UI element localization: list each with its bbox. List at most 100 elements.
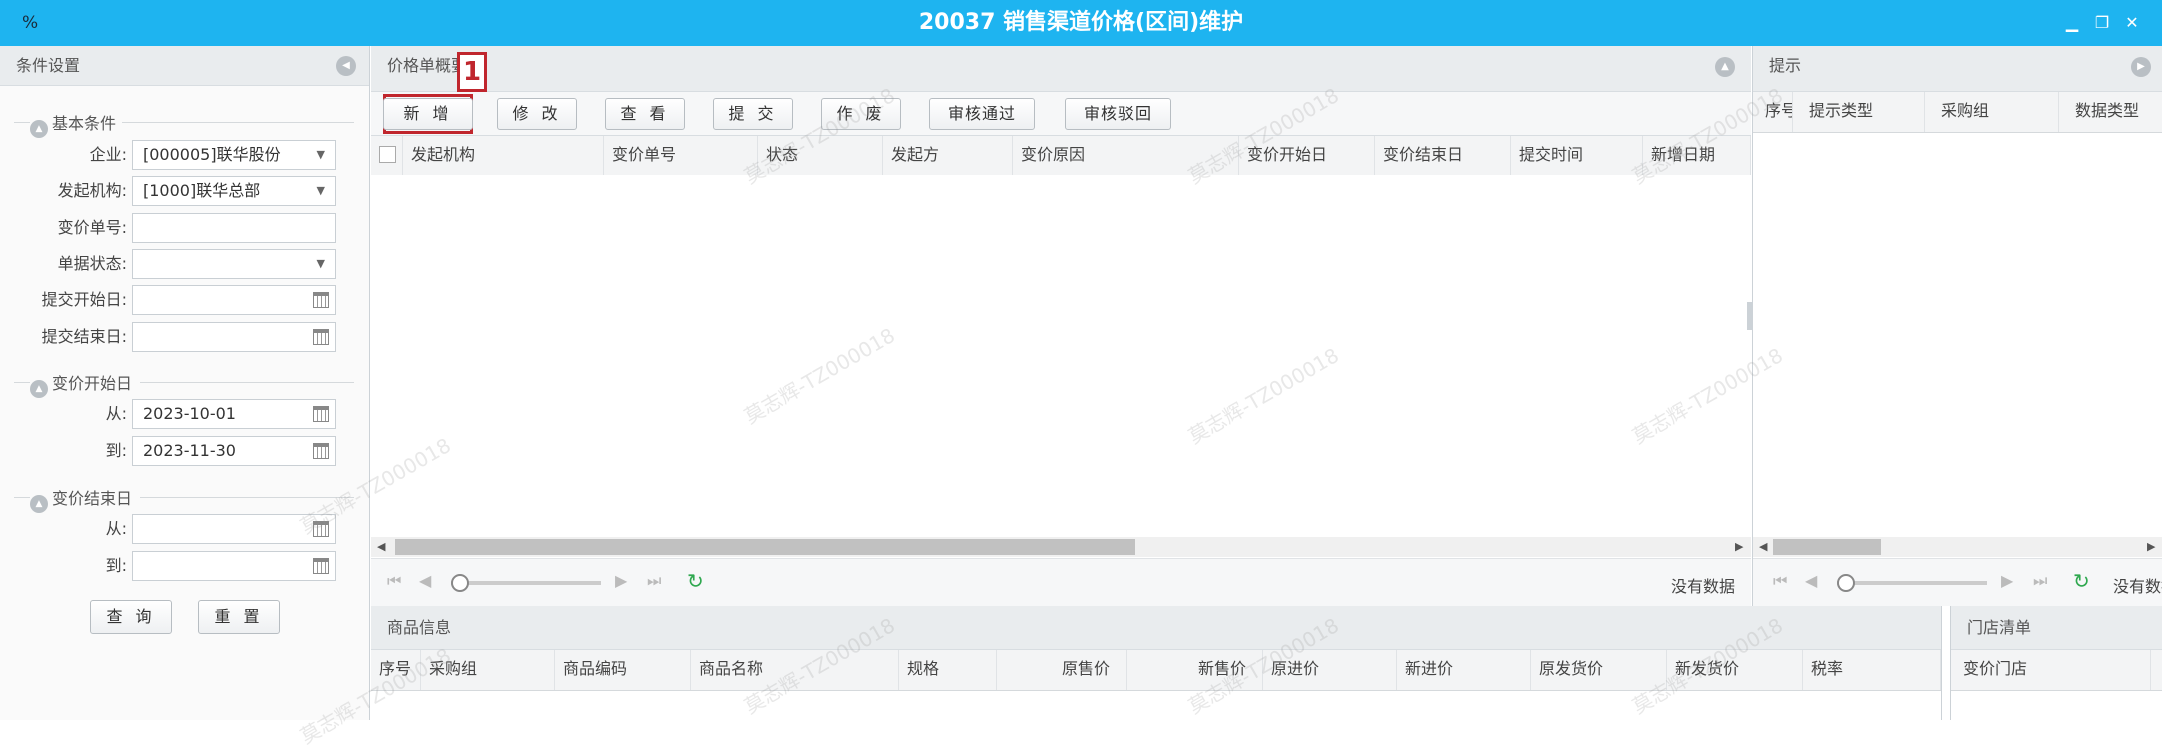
scroll-left-icon[interactable]: ◀ bbox=[1759, 540, 1767, 553]
goods-grid-col[interactable]: 新售价 bbox=[1127, 650, 1263, 690]
close-icon[interactable]: ✕ bbox=[2120, 12, 2144, 34]
hint-grid-col[interactable]: 数据类型 bbox=[2059, 92, 2162, 132]
goods-grid-col[interactable]: 商品名称 bbox=[691, 650, 899, 690]
section-basic[interactable]: ▲ 基本条件 bbox=[30, 110, 116, 138]
goods-grid-col[interactable]: 新发货价 bbox=[1667, 650, 1803, 690]
next-page-icon[interactable]: ▶ bbox=[615, 571, 627, 590]
calendar-icon[interactable] bbox=[313, 443, 329, 459]
last-page-icon[interactable]: ⏭ bbox=[2033, 571, 2047, 591]
refresh-icon[interactable]: ↻ bbox=[687, 569, 704, 593]
collapse-section-icon[interactable]: ▲ bbox=[30, 120, 48, 138]
right-pager: ⏮ ◀ ▶ ⏭ ↻ 没有数据 bbox=[1753, 558, 2162, 606]
enterprise-label: 企业: bbox=[89, 145, 127, 164]
section-start-date[interactable]: ▲ 变价开始日 bbox=[30, 370, 132, 398]
goods-grid-col[interactable]: 规格 bbox=[899, 650, 997, 690]
price-grid-col[interactable]: 变价结束日 bbox=[1375, 136, 1511, 175]
hint-grid-col[interactable]: 采购组 bbox=[1925, 92, 2059, 132]
start-to-date[interactable]: 2023-11-30 bbox=[132, 436, 336, 466]
edit-button[interactable]: 修 改 bbox=[497, 98, 577, 130]
price-summary-panel: 价格单概要 ▲ 1 发起机构 变价单号 状态 发起方 变价原因 变价开始日 变价结束日 提交时… bbox=[371, 46, 1751, 606]
collapse-section-icon[interactable]: ▲ bbox=[30, 380, 48, 398]
submit-start-date[interactable] bbox=[132, 285, 336, 315]
store-grid-header: 变价门店 bbox=[1951, 650, 2162, 691]
splitter-handle[interactable] bbox=[1747, 302, 1753, 330]
center-hscrollbar[interactable]: ◀ ▶ bbox=[371, 537, 1751, 557]
chevron-down-icon[interactable]: ▼ bbox=[317, 177, 325, 205]
collapse-right-icon[interactable]: ▶ bbox=[2131, 57, 2151, 77]
goods-grid-col[interactable]: 原售价 bbox=[997, 650, 1127, 690]
status-select[interactable]: ▼ bbox=[132, 249, 336, 279]
submit-button[interactable]: 提 交 bbox=[713, 98, 793, 130]
doc-no-input[interactable] bbox=[132, 213, 336, 243]
calendar-icon[interactable] bbox=[313, 558, 329, 574]
price-grid-col[interactable]: 发起机构 bbox=[403, 136, 604, 175]
bottom-splitter bbox=[1941, 606, 1951, 720]
price-grid-col[interactable]: 提交时间 bbox=[1511, 136, 1643, 175]
prev-page-icon[interactable]: ◀ bbox=[1805, 571, 1817, 590]
hint-grid-col[interactable]: 序号 bbox=[1753, 92, 1793, 132]
right-hscrollbar[interactable]: ◀ ▶ bbox=[1753, 537, 2162, 557]
restore-icon[interactable]: ❐ bbox=[2090, 12, 2114, 34]
scroll-left-icon[interactable]: ◀ bbox=[377, 540, 385, 553]
query-button[interactable]: 查 询 bbox=[90, 600, 172, 634]
goods-grid-col[interactable]: 原进价 bbox=[1263, 650, 1397, 690]
end-from-date[interactable] bbox=[132, 514, 336, 544]
page-slider[interactable] bbox=[1837, 581, 1987, 585]
chevron-down-icon[interactable]: ▼ bbox=[317, 141, 325, 169]
price-grid-col[interactable]: 变价单号 bbox=[604, 136, 758, 175]
first-page-icon[interactable]: ⏮ bbox=[1773, 571, 1787, 591]
collapse-left-icon[interactable]: ◀ bbox=[336, 56, 356, 76]
first-page-icon[interactable]: ⏮ bbox=[387, 571, 401, 591]
goods-grid-col[interactable]: 新进价 bbox=[1397, 650, 1531, 690]
start-from-date[interactable]: 2023-10-01 bbox=[132, 399, 336, 429]
next-page-icon[interactable]: ▶ bbox=[2001, 571, 2013, 590]
reset-button[interactable]: 重 置 bbox=[198, 600, 280, 634]
chevron-down-icon[interactable]: ▼ bbox=[317, 250, 325, 278]
goods-grid-col[interactable]: 序号 bbox=[371, 650, 421, 690]
scroll-right-icon[interactable]: ▶ bbox=[1735, 540, 1743, 553]
org-select[interactable]: [1000]联华总部 ▼ bbox=[132, 176, 336, 206]
void-button[interactable]: 作 废 bbox=[821, 98, 901, 130]
approve-button[interactable]: 审核通过 bbox=[929, 98, 1035, 130]
add-button[interactable]: 新 增 bbox=[383, 98, 473, 130]
goods-grid-col[interactable]: 商品编码 bbox=[555, 650, 691, 690]
calendar-icon[interactable] bbox=[313, 521, 329, 537]
select-all-checkbox[interactable] bbox=[371, 136, 403, 175]
price-grid-col[interactable]: 状态 bbox=[758, 136, 883, 175]
goods-grid-col[interactable]: 税率 bbox=[1803, 650, 1941, 690]
price-grid-col[interactable]: 变价原因 bbox=[1013, 136, 1239, 175]
hint-grid-col[interactable]: 提示类型 bbox=[1793, 92, 1925, 132]
condition-panel-title: 条件设置 bbox=[16, 56, 81, 75]
view-button[interactable]: 查 看 bbox=[605, 98, 685, 130]
enterprise-select[interactable]: [000005]联华股份 ▼ bbox=[132, 140, 336, 170]
goods-grid-col[interactable]: 采购组 bbox=[421, 650, 555, 690]
prev-page-icon[interactable]: ◀ bbox=[419, 571, 431, 590]
reject-button[interactable]: 审核驳回 bbox=[1065, 98, 1171, 130]
calendar-icon[interactable] bbox=[313, 406, 329, 422]
price-grid-body[interactable] bbox=[371, 175, 1751, 578]
price-grid-col[interactable]: 变价开始日 bbox=[1239, 136, 1375, 175]
store-grid-col[interactable]: 变价门店 bbox=[1951, 650, 2151, 690]
collapse-section-icon[interactable]: ▲ bbox=[30, 495, 48, 513]
page-slider[interactable] bbox=[451, 581, 601, 585]
last-page-icon[interactable]: ⏭ bbox=[647, 571, 661, 591]
store-list-title: 门店清单 bbox=[1967, 618, 2032, 637]
end-to-date[interactable] bbox=[132, 551, 336, 581]
minimize-icon[interactable]: ▁ bbox=[2060, 12, 2084, 34]
refresh-icon[interactable]: ↻ bbox=[2073, 569, 2090, 593]
page-slider-handle[interactable] bbox=[451, 574, 469, 592]
price-grid-col[interactable]: 新增日期 bbox=[1643, 136, 1751, 175]
calendar-icon[interactable] bbox=[313, 329, 329, 345]
scroll-thumb[interactable] bbox=[395, 539, 1135, 555]
calendar-icon[interactable] bbox=[313, 292, 329, 308]
page-slider-handle[interactable] bbox=[1837, 574, 1855, 592]
toolbar bbox=[371, 92, 1751, 136]
scroll-thumb[interactable] bbox=[1773, 539, 1881, 555]
goods-grid-col[interactable]: 原发货价 bbox=[1531, 650, 1667, 690]
section-end-date[interactable]: ▲ 变价结束日 bbox=[30, 485, 132, 513]
submit-end-date[interactable] bbox=[132, 322, 336, 352]
scroll-right-icon[interactable]: ▶ bbox=[2147, 540, 2155, 553]
price-grid-col[interactable]: 发起方 bbox=[883, 136, 1013, 175]
collapse-center-icon[interactable]: ▲ bbox=[1715, 57, 1735, 77]
price-grid-header: 发起机构 变价单号 状态 发起方 变价原因 变价开始日 变价结束日 提交时间 新增日期 bbox=[371, 136, 1751, 176]
